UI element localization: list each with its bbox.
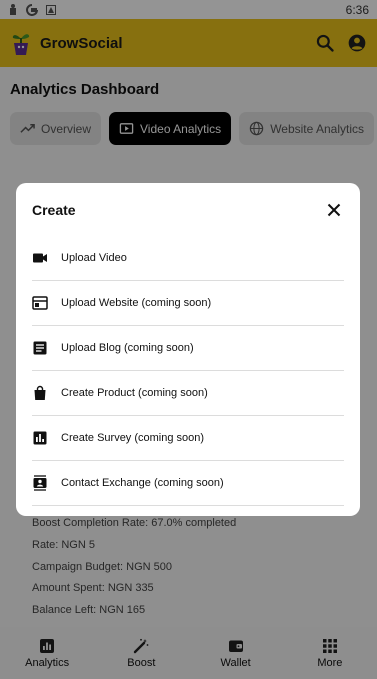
menu-item-upload-blog[interactable]: Upload Blog (coming soon)	[32, 326, 344, 371]
menu-item-label: Create Product (coming soon)	[61, 387, 208, 399]
shopping-bag-icon	[32, 385, 48, 401]
videocam-icon	[32, 250, 48, 266]
poll-icon	[32, 430, 48, 446]
close-icon	[327, 203, 341, 216]
menu-item-create-survey[interactable]: Create Survey (coming soon)	[32, 416, 344, 461]
menu-item-upload-video[interactable]: Upload Video	[32, 236, 344, 281]
menu-item-contact-exchange[interactable]: Contact Exchange (coming soon)	[32, 461, 344, 506]
dialog-header: Create	[32, 183, 344, 236]
menu-item-label: Create Survey (coming soon)	[61, 432, 205, 444]
create-dialog: Create Upload Video Upload Website (comi…	[16, 183, 360, 516]
menu-item-upload-website[interactable]: Upload Website (coming soon)	[32, 281, 344, 326]
article-icon	[32, 340, 48, 356]
menu-item-label: Upload Video	[61, 252, 127, 264]
web-icon	[32, 295, 48, 311]
menu-item-create-product[interactable]: Create Product (coming soon)	[32, 371, 344, 416]
contact-card-icon	[32, 475, 48, 491]
menu-item-label: Contact Exchange (coming soon)	[61, 477, 224, 489]
close-button[interactable]	[324, 200, 344, 220]
menu-item-label: Upload Blog (coming soon)	[61, 342, 194, 354]
menu-item-label: Upload Website (coming soon)	[61, 297, 212, 309]
dialog-title: Create	[32, 201, 76, 218]
